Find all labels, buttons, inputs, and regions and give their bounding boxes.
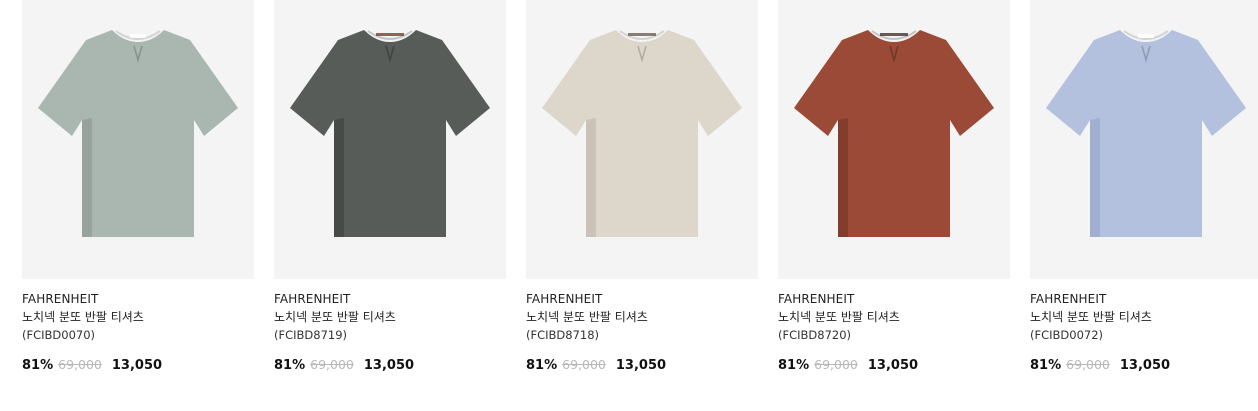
discount-rate: 81%: [778, 358, 810, 373]
tshirt-image: [794, 30, 994, 237]
tshirt-image: [542, 30, 742, 237]
product-name[interactable]: 노치넥 분또 반팔 티셔츠: [22, 309, 254, 326]
original-price: 69,000: [58, 357, 102, 372]
product-image[interactable]: [274, 0, 506, 279]
product-code: (FCIBD8718): [526, 328, 600, 342]
sale-price: 13,050: [363, 358, 415, 373]
product-card[interactable]: FAHRENHEIT 노치넥 분또 반팔 티셔츠 (FCIBD8719) 81%…: [274, 0, 506, 373]
brand-name: FAHRENHEIT: [1030, 292, 1107, 306]
original-price: 69,000: [814, 357, 858, 372]
product-card[interactable]: FAHRENHEIT 노치넥 분또 반팔 티셔츠 (FCIBD0070) 81%…: [22, 0, 254, 373]
discount-rate: 81%: [274, 358, 306, 373]
sale-price: 13,050: [111, 358, 163, 373]
product-name[interactable]: 노치넥 분또 반팔 티셔츠: [1030, 309, 1258, 326]
product-code: (FCIBD8720): [778, 328, 852, 342]
brand-name: FAHRENHEIT: [22, 292, 99, 306]
tshirt-image: [290, 30, 490, 237]
discount-rate: 81%: [526, 358, 558, 373]
brand-name: FAHRENHEIT: [274, 292, 351, 306]
sale-price: 13,050: [615, 358, 667, 373]
discount-rate: 81%: [1030, 358, 1062, 373]
product-name[interactable]: 노치넥 분또 반팔 티셔츠: [778, 309, 1010, 326]
product-card[interactable]: FAHRENHEIT 노치넥 분또 반팔 티셔츠 (FCIBD8720) 81%…: [778, 0, 1010, 373]
price-row: 81% 69,000 13,050: [778, 357, 1010, 373]
product-code: (FCIBD0072): [1030, 328, 1104, 342]
original-price: 69,000: [1066, 357, 1110, 372]
original-price: 69,000: [310, 357, 354, 372]
product-image[interactable]: [526, 0, 758, 279]
product-image[interactable]: [22, 0, 254, 279]
product-image[interactable]: [1030, 0, 1258, 279]
tshirt-image: [1046, 30, 1246, 237]
price-row: 81% 69,000 13,050: [274, 357, 506, 373]
product-code: (FCIBD0070): [22, 328, 96, 342]
tshirt-image: [38, 30, 238, 237]
sale-price: 13,050: [867, 358, 919, 373]
price-row: 81% 69,000 13,050: [1030, 357, 1258, 373]
product-image[interactable]: [778, 0, 1010, 279]
product-grid: FAHRENHEIT 노치넥 분또 반팔 티셔츠 (FCIBD0070) 81%…: [0, 0, 1258, 411]
product-card[interactable]: FAHRENHEIT 노치넥 분또 반팔 티셔츠 (FCIBD8718) 81%…: [526, 0, 758, 373]
product-name[interactable]: 노치넥 분또 반팔 티셔츠: [526, 309, 758, 326]
original-price: 69,000: [562, 357, 606, 372]
product-card[interactable]: FAHRENHEIT 노치넥 분또 반팔 티셔츠 (FCIBD0072) 81%…: [1030, 0, 1258, 373]
brand-name: FAHRENHEIT: [526, 292, 603, 306]
product-name[interactable]: 노치넥 분또 반팔 티셔츠: [274, 309, 506, 326]
price-row: 81% 69,000 13,050: [22, 357, 254, 373]
discount-rate: 81%: [22, 358, 54, 373]
sale-price: 13,050: [1119, 358, 1171, 373]
product-code: (FCIBD8719): [274, 328, 348, 342]
price-row: 81% 69,000 13,050: [526, 357, 758, 373]
brand-name: FAHRENHEIT: [778, 292, 855, 306]
